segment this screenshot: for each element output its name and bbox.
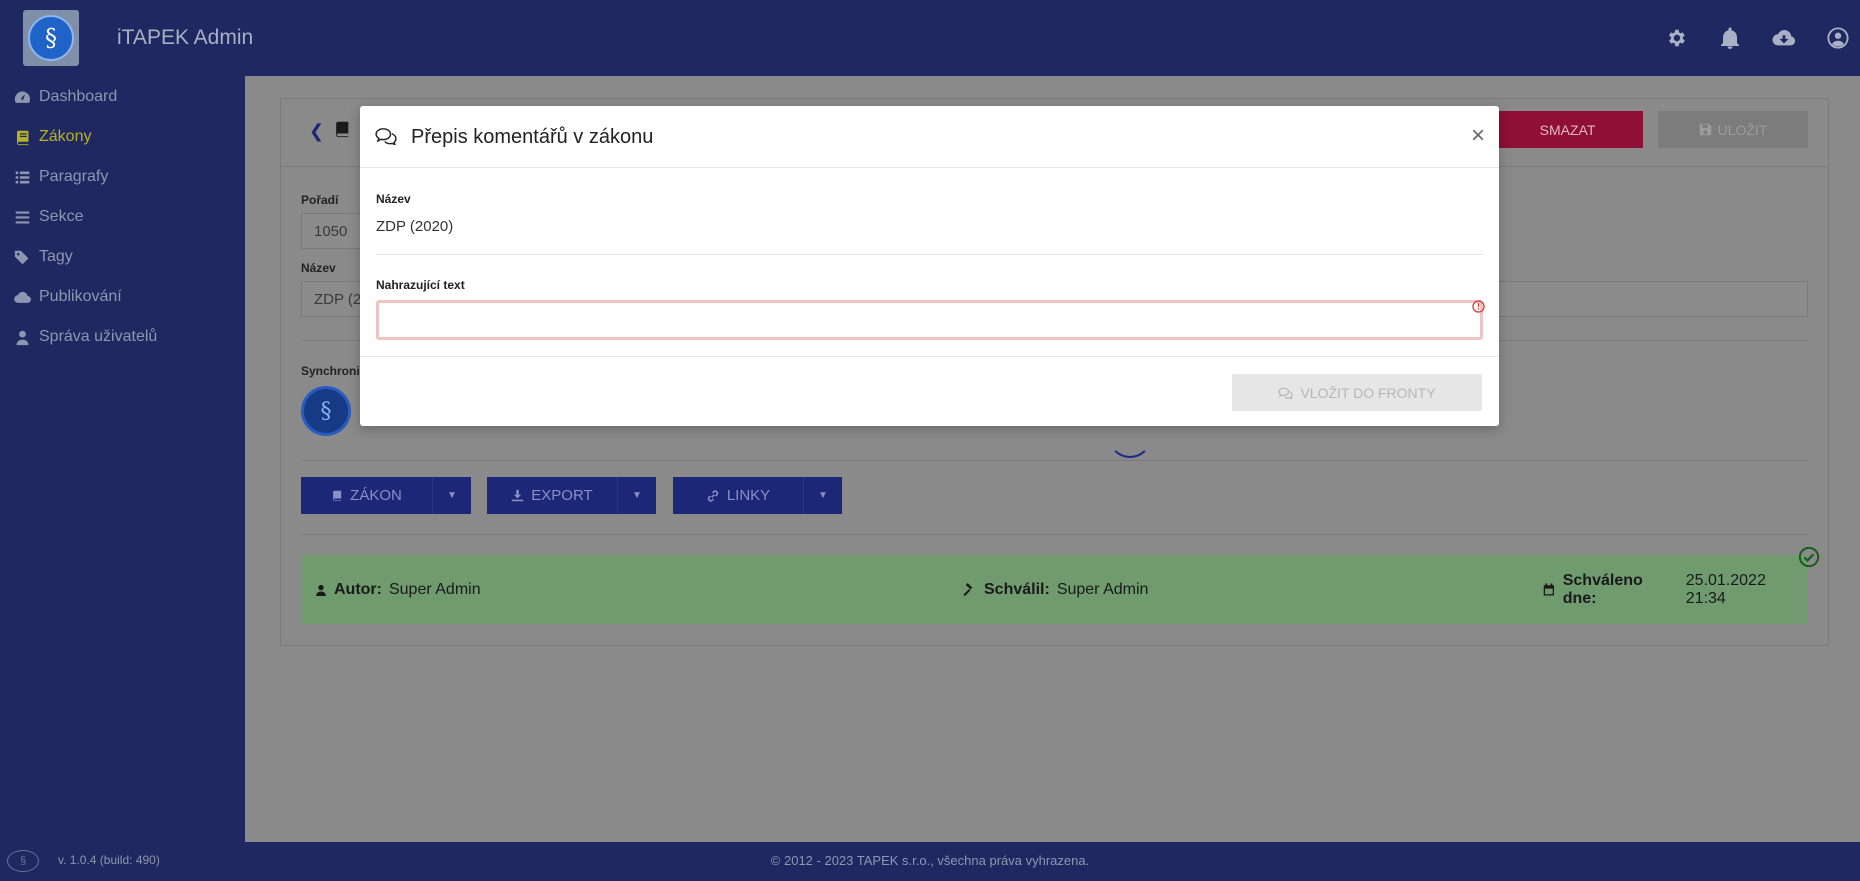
modal-footer-divider <box>360 356 1499 357</box>
copyright: © 2012 - 2023 TAPEK s.r.o., všechna práv… <box>770 853 1090 868</box>
linky-split-button: LINKY ▼ <box>673 477 842 514</box>
approval-info-bar: Autor: Super Admin Schválil: Super Admin… <box>301 555 1808 624</box>
poradi-label: Pořadí <box>301 193 339 207</box>
book-icon <box>16 130 29 145</box>
save-button-label: ULOŽIT <box>1717 121 1768 138</box>
zakon-dropdown-toggle[interactable]: ▼ <box>433 477 471 514</box>
divider <box>301 460 1808 461</box>
delete-button[interactable]: SMAZAT <box>1492 111 1643 148</box>
link-icon <box>707 489 718 502</box>
tags-icon <box>14 250 29 264</box>
zakon-split-button: ZÁKON ▼ <box>301 477 471 514</box>
sidebar-item-dashboard[interactable]: Dashboard <box>14 88 117 106</box>
sidebar-item-label: Správa uživatelů <box>39 328 158 345</box>
caret-down-icon: ▼ <box>447 490 457 501</box>
approved-on-label: Schváleno dne: <box>1562 571 1643 607</box>
caret-down-icon: ▼ <box>632 490 642 501</box>
author-info: Autor: Super Admin <box>315 581 481 599</box>
sync-source-logo: § <box>301 386 351 436</box>
export-button-label: EXPORT <box>531 487 593 504</box>
user-icon <box>16 330 29 345</box>
error-icon <box>1472 300 1485 318</box>
sidebar-item-label: Zákony <box>39 128 92 145</box>
dashboard-icon <box>14 91 31 103</box>
modal-name-label: Název <box>376 192 411 206</box>
linky-button-label: LINKY <box>726 487 771 504</box>
replacement-text-label: Nahrazující text <box>376 278 465 292</box>
linky-button[interactable]: LINKY <box>673 477 804 514</box>
approved-on-value: 25.01.2022 21:34 <box>1685 571 1766 607</box>
close-icon[interactable]: × <box>1471 122 1485 150</box>
modal-header: Přepis komentářů v zákonu × <box>360 106 1499 168</box>
sidebar-item-sprava-uzivatelu[interactable]: Správa uživatelů <box>14 328 157 346</box>
user-icon <box>316 584 326 596</box>
export-dropdown-toggle[interactable]: ▼ <box>618 477 656 514</box>
sidebar-item-zakony[interactable]: Zákony <box>14 128 91 146</box>
author-label: Autor: <box>334 580 382 598</box>
logo-section-sign: § <box>28 15 74 61</box>
page-footer: § v. 1.0.4 (build: 490) © 2012 - 2023 TA… <box>0 842 1860 881</box>
sidebar-item-label: Publikování <box>39 288 122 305</box>
modal-title: Přepis komentářů v zákonu <box>411 126 654 148</box>
sidebar-item-label: Dashboard <box>39 88 118 105</box>
add-to-queue-label: VLOŽIT DO FRONTY <box>1300 384 1436 401</box>
approved-by-info: Schválil: Super Admin <box>962 581 1148 599</box>
bars-icon <box>15 211 30 223</box>
sidebar-item-publikovani[interactable]: Publikování <box>14 288 122 306</box>
cloud-download-icon[interactable] <box>1772 26 1796 50</box>
save-button[interactable]: ULOŽIT <box>1658 111 1808 148</box>
header-actions <box>1664 26 1850 50</box>
gavel-icon <box>963 582 973 597</box>
calendar-icon <box>1543 583 1555 596</box>
author-value: Super Admin <box>388 580 481 598</box>
sidebar-item-sekce[interactable]: Sekce <box>14 208 83 226</box>
cloud-icon <box>14 291 31 303</box>
sidebar-item-label: Sekce <box>39 208 84 225</box>
comments-icon <box>375 127 397 150</box>
sidebar-item-paragrafy[interactable]: Paragrafy <box>14 168 108 186</box>
book-icon <box>333 119 351 144</box>
sidebar: Dashboard Zákony Paragrafy Sekce Tagy Pu… <box>0 76 245 842</box>
export-split-button: EXPORT ▼ <box>487 477 656 514</box>
app-title: iTAPEK Admin <box>117 26 254 49</box>
nazev-label: Název <box>301 261 336 275</box>
sidebar-item-tagy[interactable]: Tagy <box>14 248 73 266</box>
export-button[interactable]: EXPORT <box>487 477 618 514</box>
top-navbar: § iTAPEK Admin <box>0 0 1860 76</box>
approved-by-label: Schválil: <box>984 580 1050 598</box>
floppy-icon <box>1699 123 1711 136</box>
rewrite-comments-modal: Přepis komentářů v zákonu × Název ZDP (2… <box>360 106 1499 426</box>
user-circle-icon[interactable] <box>1826 26 1850 50</box>
app-logo[interactable]: § <box>23 10 79 66</box>
sync-label: Synchroniz <box>301 364 366 378</box>
check-circle-icon <box>1798 546 1820 573</box>
gear-icon[interactable] <box>1664 26 1688 50</box>
caret-down-icon: ▼ <box>818 490 828 501</box>
comments-icon <box>1278 387 1294 399</box>
replacement-text-input[interactable] <box>376 300 1483 340</box>
zakon-button[interactable]: ZÁKON <box>301 477 433 514</box>
linky-dropdown-toggle[interactable]: ▼ <box>804 477 842 514</box>
download-icon <box>512 489 524 502</box>
modal-name-value: ZDP (2020) <box>376 218 454 235</box>
divider <box>301 534 1808 535</box>
divider <box>376 254 1483 255</box>
approved-on-info: Schváleno dne: 25.01.2022 21:34 <box>1542 572 1808 608</box>
zakon-button-label: ZÁKON <box>350 487 402 504</box>
sidebar-item-label: Tagy <box>39 248 73 265</box>
bell-icon[interactable] <box>1718 26 1742 50</box>
sidebar-item-label: Paragrafy <box>39 168 109 185</box>
list-icon <box>15 171 30 183</box>
book-icon <box>333 490 342 501</box>
approved-by-value: Super Admin <box>1056 580 1149 598</box>
chevron-left-icon[interactable]: ❮ <box>309 121 324 142</box>
add-to-queue-button[interactable]: VLOŽIT DO FRONTY <box>1232 374 1482 411</box>
